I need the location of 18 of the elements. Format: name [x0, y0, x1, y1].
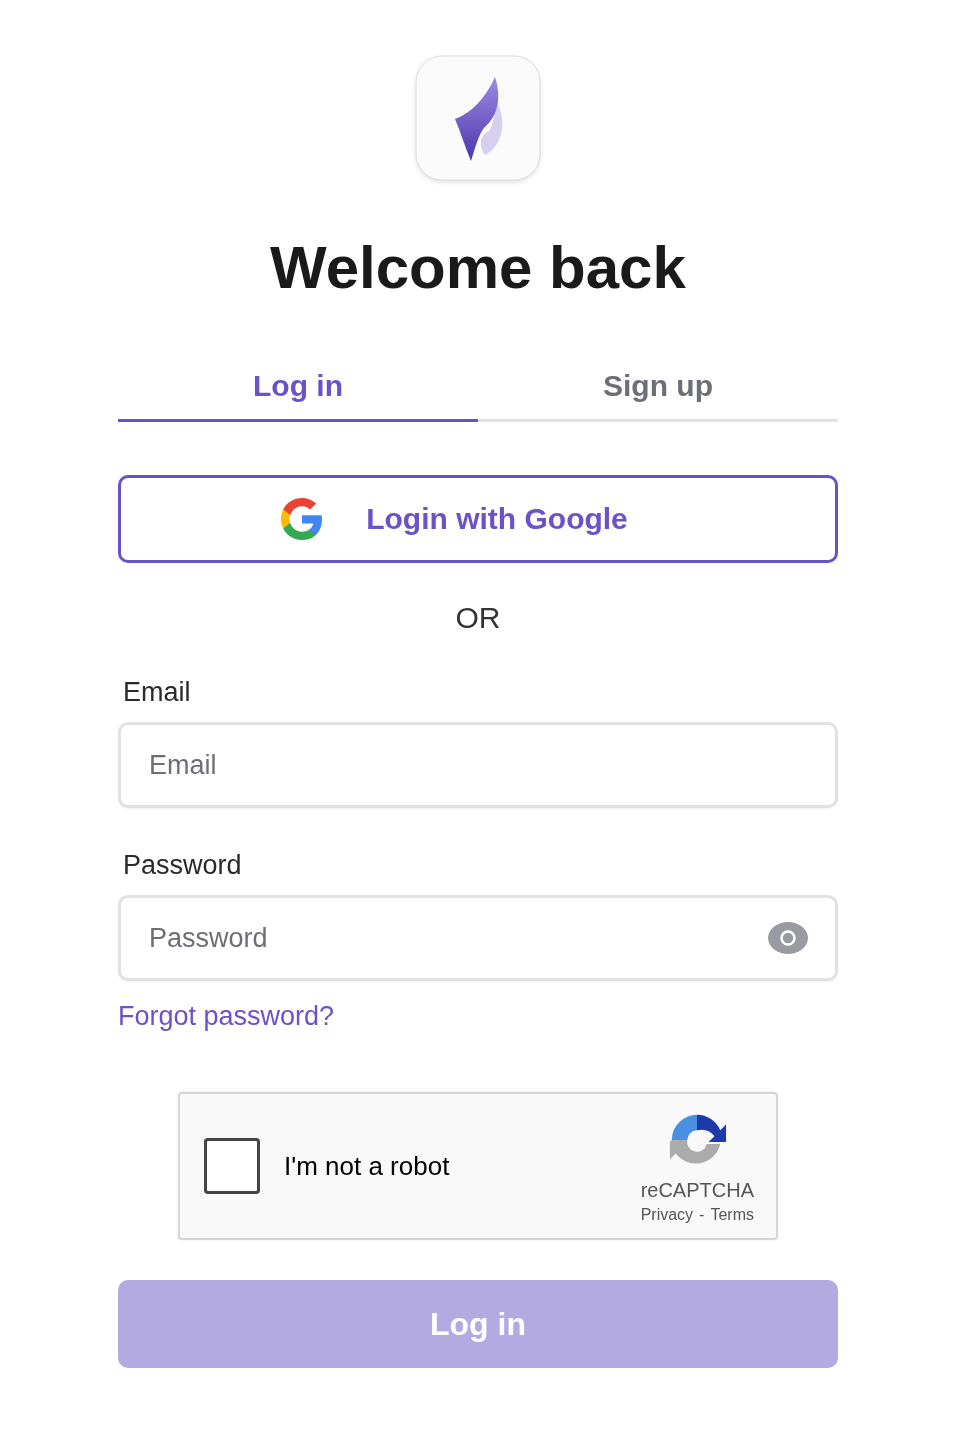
forgot-password-link[interactable]: Forgot password?	[118, 1001, 335, 1032]
terms-link[interactable]: Terms	[710, 1205, 754, 1224]
or-separator: OR	[454, 601, 502, 635]
field-label: Password	[122, 850, 243, 881]
captcha-label: I'm not a robot	[284, 1150, 451, 1182]
link-separator: -	[699, 1205, 705, 1224]
recaptcha-brand: reCAPTCHA	[640, 1178, 754, 1202]
password-field[interactable]: Password	[118, 895, 838, 981]
app-logo-icon	[415, 55, 541, 181]
page-title: Welcome back	[269, 233, 687, 303]
email-field[interactable]: Email	[118, 722, 838, 808]
captcha-checkbox[interactable]	[204, 1138, 260, 1194]
eye-icon[interactable]	[768, 922, 808, 954]
tab[interactable]: Log in	[118, 361, 478, 422]
field-label: Email	[122, 677, 192, 708]
tab[interactable]: Sign up	[478, 361, 838, 422]
privacy-link[interactable]: Privacy	[640, 1205, 694, 1224]
google-login-button[interactable]: Login with Google	[118, 475, 838, 563]
